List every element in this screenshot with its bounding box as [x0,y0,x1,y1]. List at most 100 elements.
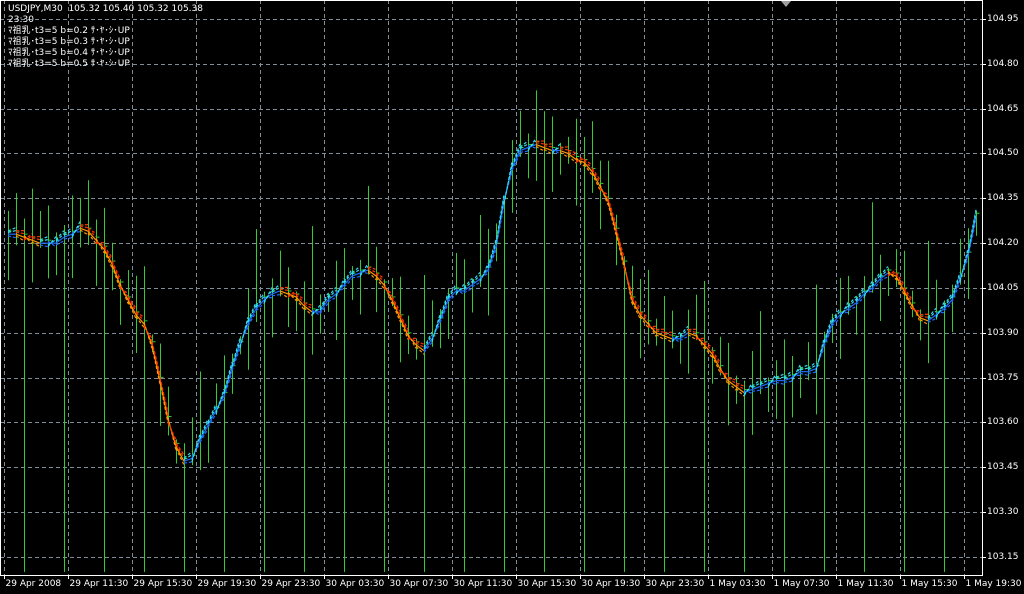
ma-line-segment [656,331,664,332]
ma-line-segment [760,387,768,388]
ma-line-segment [840,305,848,316]
ma-line-segment [16,232,24,233]
ma-line-segment [616,228,624,258]
x-tick-label: 1 May 15:30 [902,579,958,589]
y-tick-label: 104.35 [987,193,1019,203]
ma-line-segment [232,345,240,369]
ma-line-segment [784,381,792,382]
indicator-label: ﾏ祖乳･t3=5 b=0.3 ｻ･ﾔ･ｼ･UP [8,37,130,48]
ma-line-segment [664,334,672,335]
ma-line-segment [184,462,192,463]
chart-header: USDJPY,M30 105.32 105.40 105.32 105.38 [8,4,203,15]
ma-line-segment [808,362,816,368]
y-tick-label: 103.15 [987,552,1019,562]
ma-line-segment [912,306,920,318]
y-tick-label: 104.05 [987,283,1019,293]
ma-line-segment [624,262,632,303]
indicator-label: ﾏ祖乳･t3=5 b=0.4 ｻ･ﾔ･ｼ･UP [8,48,130,59]
ma-line-segment [392,300,400,318]
time-label: 23:30 [8,15,34,26]
x-tick-label: 29 Apr 23:30 [262,579,321,589]
x-tick-label: 1 May 19:30 [966,579,1022,589]
ma-line-segment [936,305,944,316]
ma-line-segment [32,238,40,239]
ma-line-segment [520,151,528,152]
ma-line-segment [560,149,568,150]
ma-line-segment [904,289,912,302]
price-chart[interactable] [0,0,1024,594]
x-tick-label: 1 May 07:30 [774,579,830,589]
ma-line-segment [968,210,976,252]
x-tick-label: 29 Apr 15:30 [134,579,193,589]
y-tick-label: 103.75 [987,373,1019,383]
ma-line-segment [160,382,168,423]
ma-line-segment [616,233,624,268]
ma-line-segment [520,141,528,147]
x-tick-label: 1 May 03:30 [710,579,766,589]
ma-line-segment [72,225,80,236]
x-tick-label: 30 Apr 19:30 [582,579,641,589]
ma-line-segment [272,284,280,290]
ma-line-segment [8,236,16,238]
ma-line-segment [536,143,544,144]
ma-line-segment [712,352,720,365]
ma-line-segment [752,390,760,391]
ma-line-segment [592,170,600,183]
x-tick-label: 29 Apr 2008 [6,579,62,589]
shift-marker-icon [781,1,791,7]
ma-line-segment [176,445,184,458]
ma-line-segment [272,295,280,296]
y-tick-label: 104.80 [987,59,1019,69]
ma-line-segment [784,371,792,377]
ma-line-segment [688,331,696,332]
ma-line-segment [496,205,504,248]
y-tick-label: 104.50 [987,148,1019,158]
y-tick-label: 104.65 [987,104,1019,114]
ma-line-segment [752,380,760,386]
ma-line-segment [104,247,112,260]
x-tick-label: 1 May 11:30 [838,579,894,589]
x-tick-label: 30 Apr 11:30 [454,579,513,589]
ma-line-segment [488,246,496,270]
x-tick-label: 30 Apr 15:30 [518,579,577,589]
ma-line-segment [152,341,160,374]
ma-line-segment [632,298,640,311]
ma-line-segment [800,373,808,375]
x-tick-label: 30 Apr 23:30 [646,579,705,589]
indicator-label: ﾏ祖乳･t3=5 b=0.5 ｻ･ﾔ･ｼ･UP [8,59,130,70]
ma-line-segment [808,372,816,373]
ma-line-segment [40,245,48,247]
ma-line-segment [776,382,784,384]
x-tick-label: 30 Apr 07:30 [390,579,449,589]
symbol-label: USDJPY,M30 [8,4,63,14]
ma-line-segment [264,290,272,301]
ma-line-segment [952,279,960,300]
y-tick-label: 103.60 [987,417,1019,427]
ma-line-segment [544,146,552,147]
ma-line-segment [80,226,88,227]
indicator-label: ﾏ祖乳･t3=5 b=0.2 ｻ･ﾔ･ｼ･UP [8,26,130,37]
ma-line-segment [968,213,976,254]
ma-line-segment [864,284,872,295]
ma-line-segment [920,316,928,317]
y-tick-label: 103.45 [987,462,1019,472]
y-tick-label: 103.30 [987,507,1019,517]
ma-line-segment [112,262,120,281]
ma-line-segment [352,266,360,272]
ma-line-segment [440,300,448,321]
y-tick-label: 103.90 [987,328,1019,338]
ohlc-values: 105.32 105.40 105.32 105.38 [68,4,203,14]
x-tick-label: 29 Apr 11:30 [70,579,129,589]
x-tick-label: 30 Apr 03:30 [326,579,385,589]
ma-line-segment [352,277,360,278]
ma-line-segment [184,452,192,458]
ma-line-segment [760,377,768,383]
ma-line-segment [824,324,832,345]
y-tick-label: 104.20 [987,238,1019,248]
ma-line-segment [816,338,824,372]
y-tick-label: 104.95 [987,14,1019,24]
ma-line-segment [280,289,288,290]
x-tick-label: 29 Apr 19:30 [198,579,257,589]
ma-line-segment [792,368,800,379]
ma-line-segment [240,317,248,348]
